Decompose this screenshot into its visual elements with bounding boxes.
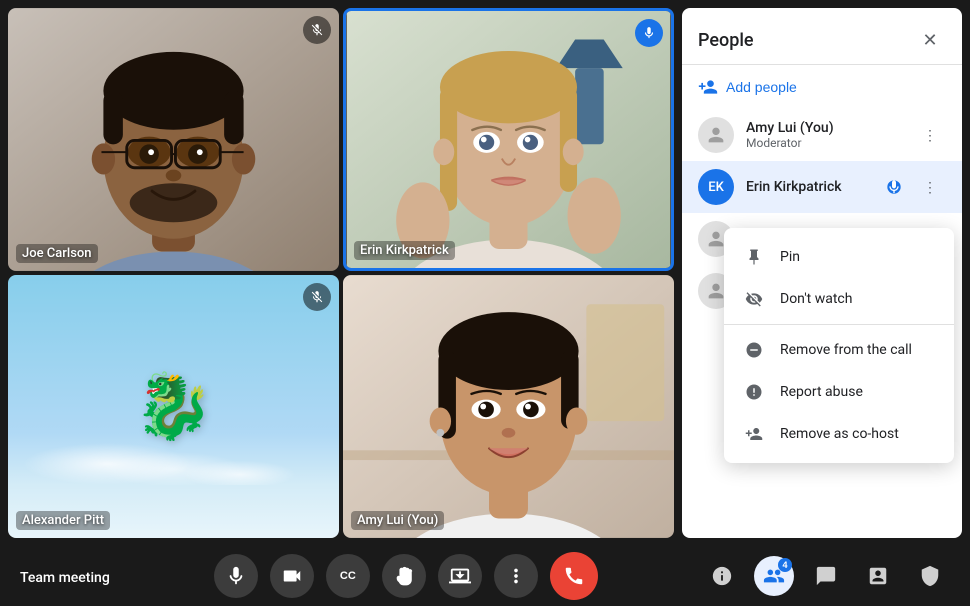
erin-avatar: EK: [698, 169, 734, 205]
controls-right: 4: [702, 556, 950, 596]
remove-cohost-label: Remove as co-host: [780, 426, 899, 442]
meeting-title-area: Team meeting: [20, 567, 110, 586]
menu-item-report-abuse[interactable]: Report abuse: [724, 371, 954, 413]
amy-info: Amy Lui (You) Moderator: [746, 120, 902, 150]
meeting-title: Team meeting: [20, 570, 110, 586]
pin-icon: [744, 248, 764, 266]
erin-info: Erin Kirkpatrick: [746, 179, 866, 195]
controls-center: CC: [214, 552, 598, 600]
add-people-button[interactable]: Add people: [682, 65, 962, 109]
list-item-erin: EK Erin Kirkpatrick ⋮: [682, 161, 962, 213]
alexander-mute-icon: [303, 283, 331, 311]
add-people-label: Add people: [726, 79, 797, 95]
erin-name: Erin Kirkpatrick: [746, 179, 866, 195]
captions-button[interactable]: CC: [326, 554, 370, 598]
activities-button[interactable]: [858, 556, 898, 596]
video-tile-alexander: 🐉 Alexander Pitt: [8, 275, 339, 538]
people-button[interactable]: 4: [754, 556, 794, 596]
panel-header: People ✕: [682, 8, 962, 65]
remove-cohost-icon: [744, 425, 764, 443]
info-button[interactable]: [702, 556, 742, 596]
menu-item-remove-call[interactable]: Remove from the call: [724, 329, 954, 371]
remove-call-label: Remove from the call: [780, 342, 912, 358]
joe-mute-icon: [303, 16, 331, 44]
video-tile-amy: Amy Lui (You): [343, 275, 674, 538]
report-icon: [744, 383, 764, 401]
more-options-button[interactable]: [494, 554, 538, 598]
mic-button[interactable]: [214, 554, 258, 598]
erin-more-button[interactable]: ⋮: [914, 171, 946, 203]
end-call-button[interactable]: [550, 552, 598, 600]
erin-mic-button[interactable]: [878, 171, 910, 203]
pin-label: Pin: [780, 249, 800, 265]
chat-button[interactable]: [806, 556, 846, 596]
close-panel-button[interactable]: ✕: [914, 24, 946, 56]
video-tile-erin: Erin Kirkpatrick: [343, 8, 674, 271]
present-button[interactable]: [438, 554, 482, 598]
alexander-name-label: Alexander Pitt: [16, 511, 110, 530]
context-menu: Pin Don't watch Remove from the call Rep: [724, 228, 954, 463]
erin-name-label: Erin Kirkpatrick: [354, 241, 455, 260]
people-badge: 4: [778, 558, 792, 572]
amy-actions: ⋮: [914, 119, 946, 151]
bottom-bar: Team meeting CC 4: [0, 546, 970, 606]
amy-name-label: Amy Lui (You): [351, 511, 444, 530]
dont-watch-label: Don't watch: [780, 291, 852, 307]
video-grid: Joe Carlson: [0, 0, 682, 546]
erin-actions: ⋮: [878, 171, 946, 203]
video-tile-joe: Joe Carlson: [8, 8, 339, 271]
menu-item-remove-cohost[interactable]: Remove as co-host: [724, 413, 954, 455]
panel-title: People: [698, 30, 754, 51]
amy-role: Moderator: [746, 136, 902, 150]
dont-watch-icon: [744, 290, 764, 308]
list-item-amy: Amy Lui (You) Moderator ⋮: [682, 109, 962, 161]
avatar-dragon: 🐉: [134, 369, 214, 444]
joe-name-label: Joe Carlson: [16, 244, 98, 263]
amy-name: Amy Lui (You): [746, 120, 902, 136]
menu-divider-1: [724, 324, 954, 325]
remove-call-icon: [744, 341, 764, 359]
erin-speaking-icon: [635, 19, 663, 47]
report-abuse-label: Report abuse: [780, 384, 863, 400]
amy-avatar: [698, 117, 734, 153]
add-person-icon: [698, 77, 718, 97]
menu-item-pin[interactable]: Pin: [724, 236, 954, 278]
camera-button[interactable]: [270, 554, 314, 598]
amy-more-button[interactable]: ⋮: [914, 119, 946, 151]
people-panel: People ✕ Add people Amy Lui (You) Modera…: [682, 8, 962, 538]
menu-item-dont-watch[interactable]: Don't watch: [724, 278, 954, 320]
security-button[interactable]: [910, 556, 950, 596]
raise-hand-button[interactable]: [382, 554, 426, 598]
